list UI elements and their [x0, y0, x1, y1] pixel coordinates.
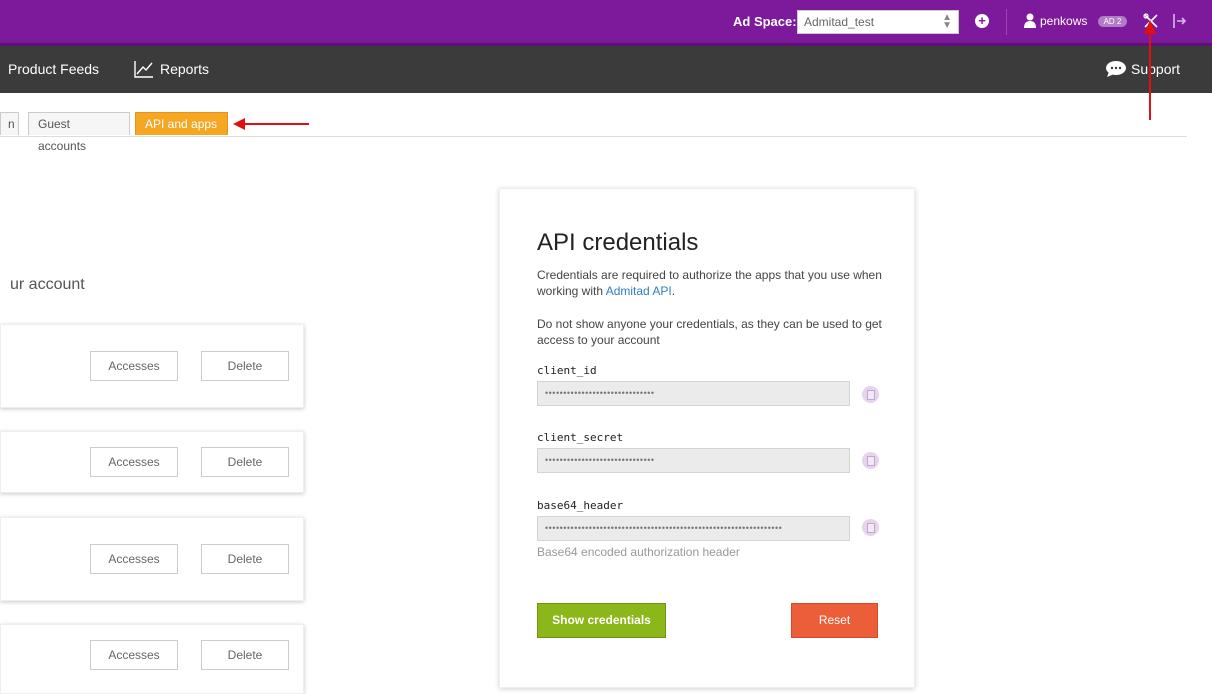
- copy-icon[interactable]: [862, 386, 879, 403]
- tab-partial[interactable]: n: [0, 112, 19, 135]
- base64-hint: Base64 encoded authorization header: [537, 545, 740, 559]
- description-end: .: [671, 284, 676, 298]
- accesses-button[interactable]: Accesses: [90, 447, 178, 477]
- delete-button[interactable]: Delete: [201, 447, 289, 477]
- select-arrows-icon: ▲ ▼: [942, 12, 952, 31]
- delete-button[interactable]: Delete: [201, 640, 289, 670]
- nav-product-feeds[interactable]: Product Feeds: [8, 61, 99, 77]
- ad-space-label: Ad Space:: [733, 14, 797, 29]
- description-text: Credentials are required to authorize th…: [537, 268, 882, 298]
- client-secret-label: client_secret: [537, 431, 624, 444]
- app-card: Accesses Delete: [0, 517, 304, 601]
- tab-api-and-apps[interactable]: API and apps: [135, 112, 228, 135]
- app-card: Accesses Delete: [0, 624, 304, 694]
- credentials-description: Credentials are required to authorize th…: [537, 267, 882, 299]
- security-warning: Do not show anyone your credentials, as …: [537, 317, 882, 347]
- accesses-button[interactable]: Accesses: [90, 351, 178, 381]
- accesses-button[interactable]: Accesses: [90, 640, 178, 670]
- plus-circle-icon[interactable]: +: [975, 14, 989, 28]
- main-nav: Product Feeds Reports Support: [0, 46, 1212, 93]
- ad-space-select[interactable]: Admitad_test ▲ ▼: [797, 10, 959, 34]
- copy-icon[interactable]: [862, 452, 879, 469]
- annotation-arrow-horizontal: [233, 118, 309, 130]
- panel-title: API credentials: [537, 229, 699, 256]
- accesses-button[interactable]: Accesses: [90, 544, 178, 574]
- delete-button[interactable]: Delete: [201, 544, 289, 574]
- username-link[interactable]: penkows: [1040, 14, 1087, 28]
- api-credentials-panel: API credentials Credentials are required…: [499, 188, 915, 688]
- client-id-field[interactable]: ••••••••••••••••••••••••••••••: [537, 381, 850, 406]
- client-secret-field[interactable]: ••••••••••••••••••••••••••••••: [537, 448, 850, 473]
- admitad-api-link[interactable]: Admitad API: [606, 284, 672, 298]
- annotation-arrow-vertical: [1144, 20, 1156, 120]
- show-credentials-button[interactable]: Show credentials: [537, 603, 666, 638]
- app-card: Accesses Delete: [0, 324, 304, 408]
- nav-reports[interactable]: Reports: [160, 61, 209, 77]
- ad-count-badge: AD 2: [1098, 16, 1127, 27]
- settings-tabs: n Guest accounts API and apps: [0, 112, 1187, 153]
- section-title: ur account: [10, 276, 85, 293]
- reset-button[interactable]: Reset: [791, 603, 878, 638]
- base64-header-label: base64_header: [537, 499, 624, 512]
- speech-bubble-icon: [1106, 61, 1126, 77]
- chart-line-icon: [134, 61, 153, 78]
- top-bar: Ad Space: Admitad_test ▲ ▼ + penkows AD 2: [0, 0, 1212, 46]
- user-icon: [1024, 13, 1036, 28]
- ad-space-value: Admitad_test: [804, 15, 875, 29]
- divider: [1006, 9, 1007, 35]
- base64-header-field[interactable]: ••••••••••••••••••••••••••••••••••••••••…: [537, 516, 850, 541]
- copy-icon[interactable]: [862, 519, 879, 536]
- logout-icon[interactable]: [1171, 13, 1187, 29]
- tab-guest-accounts[interactable]: Guest accounts: [28, 112, 130, 153]
- delete-button[interactable]: Delete: [201, 351, 289, 381]
- app-card: Accesses Delete: [0, 431, 304, 493]
- client-id-label: client_id: [537, 364, 597, 377]
